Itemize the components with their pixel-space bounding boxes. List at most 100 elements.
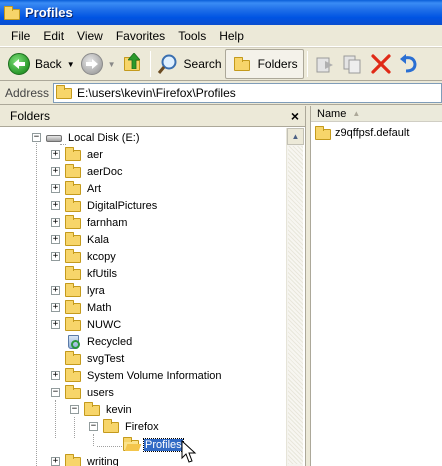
collapse-toggle[interactable]: − bbox=[89, 422, 98, 431]
tree-item-aerdoc[interactable]: + aerDoc bbox=[51, 163, 123, 180]
collapse-toggle[interactable]: − bbox=[70, 405, 79, 414]
folder-icon bbox=[65, 266, 82, 280]
expand-toggle[interactable]: + bbox=[51, 286, 60, 295]
expand-toggle[interactable]: + bbox=[51, 252, 60, 261]
tree-item-nuwc[interactable]: + NUWC bbox=[51, 316, 122, 333]
tree-item-label: Math bbox=[87, 301, 112, 314]
up-button[interactable] bbox=[119, 49, 147, 79]
folder-icon bbox=[65, 300, 82, 314]
expand-toggle[interactable]: + bbox=[51, 201, 60, 210]
tree-item-math[interactable]: + Math bbox=[51, 299, 112, 316]
folder-icon bbox=[65, 454, 82, 466]
back-button[interactable]: Back ▼ bbox=[5, 49, 78, 79]
expand-toggle[interactable]: + bbox=[51, 167, 60, 176]
scrollbar-thumb[interactable] bbox=[288, 146, 303, 464]
folders-icon bbox=[231, 55, 253, 73]
tree-item-firefox[interactable]: − Firefox bbox=[89, 418, 160, 435]
tree-item-farnham[interactable]: + farnham bbox=[51, 214, 128, 231]
tree-item-kcopy[interactable]: + kcopy bbox=[51, 248, 117, 265]
expand-toggle[interactable]: + bbox=[51, 218, 60, 227]
tree-item-label: kevin bbox=[106, 403, 132, 416]
tree-item-art[interactable]: + Art bbox=[51, 180, 102, 197]
folder-tree: − Local Disk (E:) + aer + aerDoc + Art +… bbox=[0, 128, 286, 466]
expand-toggle[interactable]: + bbox=[51, 457, 60, 466]
forward-arrow-icon bbox=[80, 53, 103, 75]
tree-item-label: NUWC bbox=[87, 318, 122, 331]
tree-item-aer[interactable]: + aer bbox=[51, 146, 104, 163]
delete-icon bbox=[370, 54, 391, 74]
list-item[interactable]: z9qffpsf.default bbox=[315, 125, 409, 141]
close-icon[interactable]: × bbox=[291, 108, 299, 124]
forward-button[interactable]: ▼ bbox=[78, 49, 119, 79]
folder-icon bbox=[65, 249, 82, 263]
undo-button[interactable] bbox=[395, 49, 423, 79]
search-label: Search bbox=[183, 57, 222, 71]
tree-item-local-disk[interactable]: − Local Disk (E:) bbox=[32, 129, 141, 146]
folder-icon bbox=[65, 385, 82, 399]
tree-item-label: writing bbox=[87, 455, 119, 466]
folder-icon bbox=[65, 351, 82, 365]
tree-item-label: kcopy bbox=[87, 250, 116, 263]
recycle-bin-icon bbox=[65, 335, 82, 349]
expand-toggle[interactable]: + bbox=[51, 235, 60, 244]
address-label: Address bbox=[5, 85, 50, 100]
tree-item-digitalpictures[interactable]: + DigitalPictures bbox=[51, 197, 158, 214]
toolbar-separator bbox=[149, 51, 151, 77]
tree-item-writing[interactable]: + writing bbox=[51, 453, 120, 466]
folder-icon bbox=[103, 419, 120, 433]
folder-icon bbox=[65, 232, 82, 246]
expand-toggle[interactable]: + bbox=[51, 150, 60, 159]
folder-icon bbox=[65, 164, 82, 178]
collapse-toggle[interactable]: − bbox=[51, 388, 60, 397]
expand-toggle[interactable]: + bbox=[51, 303, 60, 312]
forward-dropdown-icon[interactable]: ▼ bbox=[108, 60, 116, 69]
tree-item-label: aerDoc bbox=[87, 165, 123, 178]
tree-item-recycled[interactable]: Recycled bbox=[60, 333, 133, 350]
menu-file[interactable]: File bbox=[5, 29, 36, 43]
menu-favorites[interactable]: Favorites bbox=[110, 29, 171, 43]
folder-icon bbox=[65, 147, 82, 161]
folder-icon bbox=[315, 125, 332, 140]
expand-toggle[interactable]: + bbox=[51, 371, 60, 380]
expand-toggle[interactable]: + bbox=[51, 184, 60, 193]
search-button[interactable]: Search bbox=[154, 49, 225, 79]
tree-item-kevin[interactable]: − kevin bbox=[70, 401, 133, 418]
tree-item-kfutils[interactable]: kfUtils bbox=[60, 265, 118, 282]
copy-to-icon bbox=[343, 55, 361, 74]
menu-tools[interactable]: Tools bbox=[172, 29, 212, 43]
tree-item-kala[interactable]: + Kala bbox=[51, 231, 110, 248]
toolbar-separator bbox=[306, 51, 308, 77]
expand-toggle[interactable]: + bbox=[51, 320, 60, 329]
list-item-label: z9qffpsf.default bbox=[335, 127, 410, 139]
column-header-label: Name bbox=[317, 107, 347, 120]
tree-item-label: System Volume Information bbox=[87, 369, 222, 382]
menu-edit[interactable]: Edit bbox=[37, 29, 70, 43]
address-input[interactable]: E:\users\kevin\Firefox\Profiles bbox=[53, 82, 442, 103]
menu-view[interactable]: View bbox=[71, 29, 109, 43]
scroll-up-icon[interactable]: ▲ bbox=[287, 128, 304, 145]
tree-item-users[interactable]: − users bbox=[51, 384, 115, 401]
tree-scrollbar[interactable]: ▲ bbox=[286, 128, 304, 466]
move-to-button[interactable] bbox=[311, 49, 339, 79]
tree-item-system-volume-information[interactable]: + System Volume Information bbox=[51, 367, 223, 384]
tree-item-lyra[interactable]: + lyra bbox=[51, 282, 106, 299]
back-dropdown-icon[interactable]: ▼ bbox=[67, 60, 75, 69]
open-folder-icon bbox=[123, 437, 140, 451]
move-to-icon bbox=[316, 57, 333, 73]
menu-help[interactable]: Help bbox=[213, 29, 250, 43]
folder-icon bbox=[65, 317, 82, 331]
copy-to-button[interactable] bbox=[339, 49, 367, 79]
folder-icon bbox=[65, 368, 82, 382]
folder-icon bbox=[65, 283, 82, 297]
name-column-header[interactable]: Name ▲ bbox=[311, 106, 442, 122]
tree-item-profiles[interactable]: Profiles bbox=[118, 436, 184, 453]
mouse-cursor-icon bbox=[181, 440, 197, 463]
folder-icon bbox=[65, 215, 82, 229]
tree-item-svgtest[interactable]: svgTest bbox=[60, 350, 125, 367]
folders-button[interactable]: Folders bbox=[224, 49, 304, 79]
title-bar: Profiles bbox=[0, 0, 442, 25]
folder-icon bbox=[4, 5, 20, 20]
tree-item-label: svgTest bbox=[87, 352, 125, 365]
delete-button[interactable] bbox=[367, 49, 395, 79]
collapse-toggle[interactable]: − bbox=[32, 133, 41, 142]
